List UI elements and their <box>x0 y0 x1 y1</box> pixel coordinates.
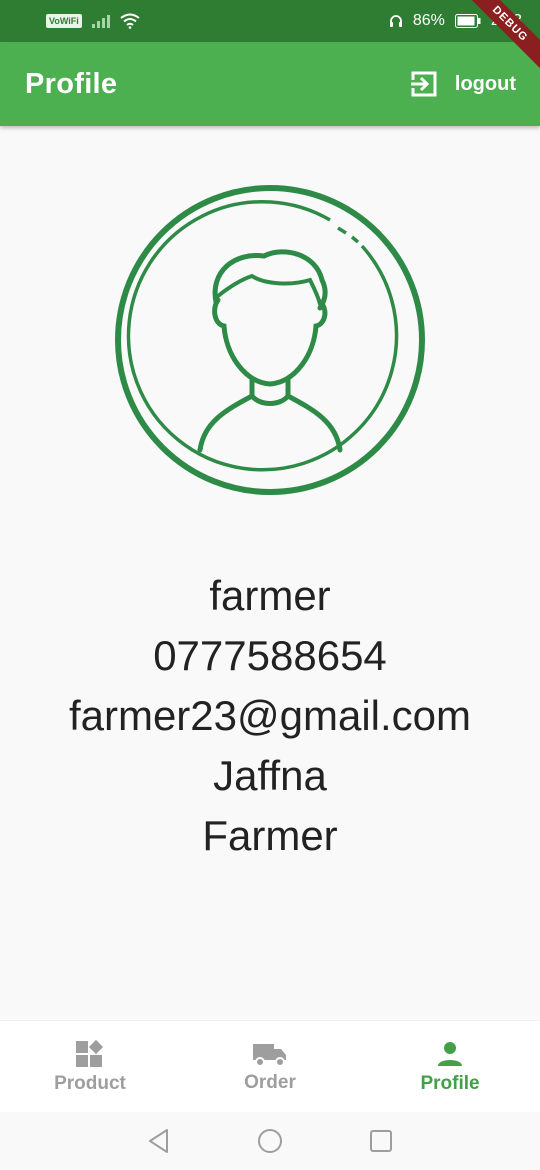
profile-city: Jaffna <box>213 752 327 799</box>
headphones-icon <box>389 15 402 27</box>
nav-item-profile[interactable]: Profile <box>360 1021 540 1112</box>
app-bar: Profile logout <box>0 42 540 126</box>
profile-info: farmer 0777588654 farmer23@gmail.com Jaf… <box>0 566 540 866</box>
person-icon <box>438 1041 462 1066</box>
system-navigation <box>0 1112 540 1170</box>
back-triangle-icon <box>149 1129 168 1153</box>
battery-icon <box>454 14 481 28</box>
nav-label-profile: Profile <box>420 1072 480 1094</box>
system-recents-button[interactable] <box>369 1129 393 1153</box>
home-circle-icon <box>258 1129 282 1153</box>
signal-icon <box>91 15 110 28</box>
network-badge: VoWiFi <box>46 14 82 28</box>
wifi-icon <box>120 13 140 29</box>
truck-icon <box>253 1043 286 1067</box>
nav-item-order[interactable]: Order <box>180 1021 360 1112</box>
profile-name: farmer <box>209 572 331 619</box>
battery-percent: 86% <box>412 12 445 29</box>
profile-role: Farmer <box>202 812 338 859</box>
avatar-icon <box>115 185 425 495</box>
recents-square-icon <box>370 1130 392 1152</box>
status-left: VoWiFi <box>46 13 140 29</box>
page-title: Profile <box>25 67 118 100</box>
dashboard-icon <box>76 1039 104 1067</box>
logout-label: logout <box>454 72 516 95</box>
nav-label-product: Product <box>54 1072 126 1094</box>
system-back-button[interactable] <box>147 1128 171 1154</box>
logout-icon <box>410 71 437 97</box>
system-home-button[interactable] <box>257 1128 283 1154</box>
nav-item-product[interactable]: Product <box>0 1021 180 1112</box>
nav-label-order: Order <box>244 1071 296 1093</box>
bottom-navigation: Product Order Profile <box>0 1020 540 1112</box>
logout-button[interactable]: logout <box>409 70 516 98</box>
profile-phone: 0777588654 <box>153 632 387 679</box>
status-bar: VoWiFi 86% 22:3 DEBUG <box>0 0 540 74</box>
profile-email: farmer23@gmail.com <box>68 692 472 739</box>
